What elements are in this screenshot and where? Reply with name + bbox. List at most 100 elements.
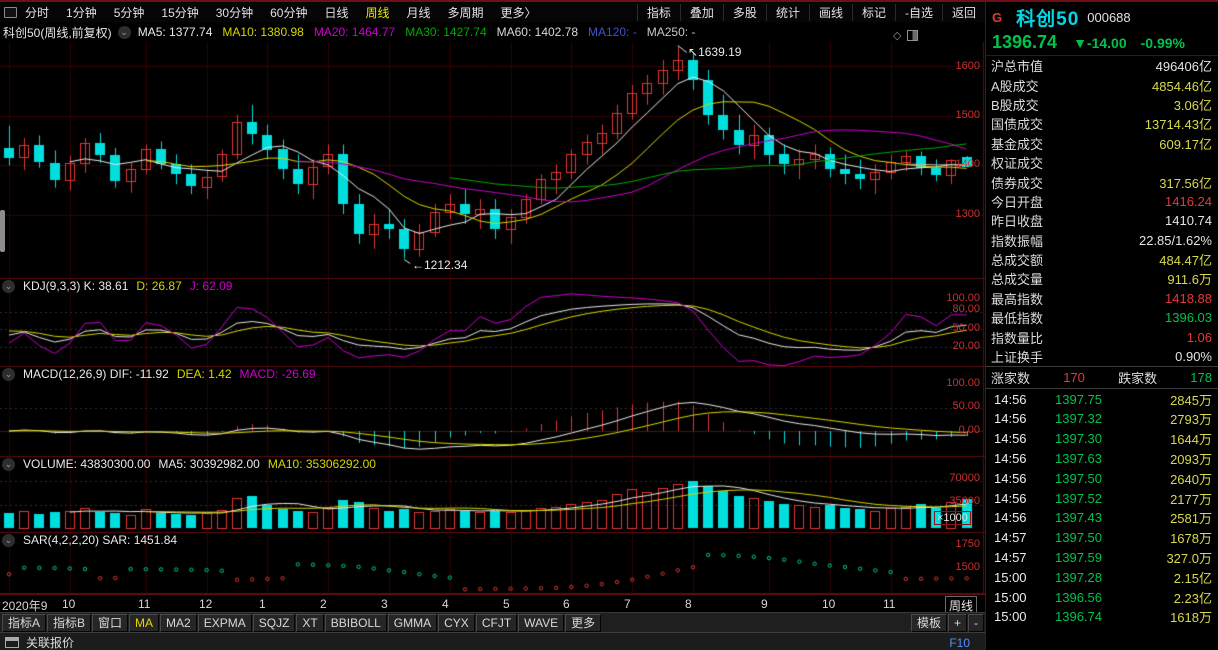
tick-row[interactable]: 15:001396.741618万 (986, 607, 1218, 627)
stock-name[interactable]: 科创50 (1016, 4, 1079, 31)
stat-row: 昨日收盘1410.74 (986, 211, 1218, 230)
period-menu-item[interactable]: 多周期 (448, 4, 484, 21)
collapse-chevron-icon[interactable]: ⌄ (2, 280, 15, 293)
stock-flag: G (992, 10, 1002, 25)
tool-menu-item[interactable]: 标记 (852, 4, 895, 21)
trading-terminal: 分时 1分钟 5分钟 15分钟 30分钟 60分钟日线周线 月线多周期更多〉 指标叠加多股统… (0, 0, 1218, 650)
tick-time: 15:00 (994, 609, 1046, 624)
collapse-chevron-icon[interactable]: ⌄ (2, 534, 15, 547)
stat-label: 权证成交 (991, 153, 1043, 172)
stat-label: 指数振幅 (991, 231, 1043, 250)
stat-value: 1.06 (1187, 330, 1212, 345)
chart-canvas[interactable] (0, 42, 985, 594)
tick-row[interactable]: 14:561397.432581万 (986, 508, 1218, 528)
indicator-button[interactable]: WAVE (518, 614, 564, 632)
f10-link[interactable]: F10 (949, 636, 970, 650)
indicator-button[interactable]: EXPMA (198, 614, 252, 632)
tool-menu-item[interactable]: 多股 (723, 4, 766, 21)
collapse-chevron-icon[interactable]: ⌄ (118, 26, 131, 39)
stat-label: 昨日收盘 (991, 211, 1043, 230)
linked-quote-label[interactable]: 关联报价 (26, 634, 74, 650)
tick-price: 1397.28 (1046, 570, 1128, 585)
sar-value: SAR(4,2,2,20) SAR: 1451.84 (23, 533, 177, 547)
indicator-button[interactable]: SQJZ (253, 614, 296, 632)
x-axis-label: 1 (259, 597, 266, 611)
period-menu-item[interactable]: 1分钟 (66, 4, 97, 21)
window-icon[interactable] (5, 637, 19, 648)
left-scroll-thumb[interactable] (0, 210, 5, 252)
tool-menu-item[interactable]: -自选 (895, 4, 942, 21)
tool-menu-item[interactable]: 返回 (942, 4, 985, 21)
period-menu-item[interactable]: 分时 (25, 4, 49, 21)
indicator-toolbar: 指标A指标B窗口MAMA2EXPMASQJZXTBBIBOLLGMMACYXCF… (0, 612, 985, 632)
period-menu-item[interactable]: 周线 (365, 4, 389, 21)
toolbar-button[interactable]: - (968, 614, 984, 632)
stat-label: A股成交 (991, 76, 1039, 95)
indicator-button[interactable]: CFJT (476, 614, 517, 632)
period-menu-item[interactable]: 60分钟 (270, 4, 307, 21)
stat-label: 上证换手 (991, 347, 1043, 366)
indicator-button[interactable]: CYX (438, 614, 475, 632)
tool-menu-item[interactable]: 叠加 (680, 4, 723, 21)
tick-row[interactable]: 14:561397.632093万 (986, 449, 1218, 469)
period-menu-item[interactable]: 日线 (324, 4, 348, 21)
tick-row[interactable]: 14:561397.502640万 (986, 468, 1218, 488)
x-axis-label: 8 (685, 597, 692, 611)
tick-volume: 2093万 (1128, 449, 1212, 468)
tool-menu-item[interactable]: 画线 (809, 4, 852, 21)
tick-row[interactable]: 14:561397.322793万 (986, 409, 1218, 429)
stat-row: 今日开盘1416.24 (986, 192, 1218, 211)
diamond-icon[interactable]: ◇ (893, 29, 901, 42)
tick-row[interactable]: 14:571397.59327.0万 (986, 548, 1218, 568)
toolbar-button[interactable]: 模板 (911, 614, 947, 632)
tool-menu-item[interactable]: 统计 (766, 4, 809, 21)
x-axis-label: 11 (883, 597, 895, 611)
tick-price: 1397.30 (1046, 431, 1128, 446)
toolbar-button[interactable]: + (948, 614, 967, 632)
tick-volume: 1644万 (1128, 429, 1212, 448)
x-axis-label: 4 (442, 597, 449, 611)
advancers-value: 170 (1063, 370, 1085, 385)
x-axis-label: 6 (563, 597, 570, 611)
indicator-button[interactable]: GMMA (388, 614, 437, 632)
tick-row[interactable]: 14:571397.501678万 (986, 528, 1218, 548)
toolbar-button[interactable]: 指标B (47, 614, 91, 632)
sar-header: ⌄ SAR(4,2,2,20) SAR: 1451.84 (2, 532, 185, 548)
stat-row: 国债成交13714.43亿 (986, 114, 1218, 133)
tick-row[interactable]: 15:001396.562.23亿 (986, 587, 1218, 607)
stat-row: 总成交量911.6万 (986, 269, 1218, 288)
period-menu-item[interactable]: 15分钟 (161, 4, 198, 21)
indicator-button[interactable]: 更多 (565, 614, 601, 632)
collapse-chevron-icon[interactable]: ⌄ (2, 458, 15, 471)
ma-value: MA10: 1380.98 (222, 25, 303, 39)
kdj-header: ⌄KDJ(9,3,3) K: 38.61D: 26.87J: 62.09 (2, 278, 240, 294)
period-menu-item[interactable]: 月线 (407, 4, 431, 21)
tool-menu-item[interactable]: 指标 (637, 4, 680, 21)
kdj-value: KDJ(9,3,3) K: 38.61 (23, 279, 128, 293)
indicator-button[interactable]: BBIBOLL (325, 614, 387, 632)
price-change: ▼-14.00 (1073, 35, 1127, 51)
x-axis-label: 10 (62, 597, 75, 611)
stat-label: 基金成交 (991, 134, 1043, 153)
collapse-chevron-icon[interactable]: ⌄ (2, 368, 15, 381)
indicator-button[interactable]: MA (129, 614, 159, 632)
decliners-label: 跌家数 (1118, 368, 1157, 387)
indicator-button[interactable]: XT (296, 614, 323, 632)
app-icon[interactable] (4, 7, 17, 18)
tick-row[interactable]: 14:561397.752845万 (986, 389, 1218, 409)
split-pane-icon[interactable] (907, 30, 918, 41)
advancers-decliners: 涨家数 170 跌家数 178 (986, 366, 1218, 389)
toolbar-button[interactable]: 窗口 (92, 614, 128, 632)
indicator-button[interactable]: MA2 (160, 614, 197, 632)
period-menu-item[interactable]: 5分钟 (114, 4, 145, 21)
tick-row[interactable]: 15:001397.282.15亿 (986, 567, 1218, 587)
market-stats: 沪总市值496406亿A股成交4854.46亿B股成交3.06亿国债成交1371… (986, 56, 1218, 366)
period-menu-item[interactable]: 更多〉 (501, 4, 537, 21)
toolbar-button[interactable]: 指标A (2, 614, 46, 632)
period-menu: 分时 1分钟 5分钟 15分钟 30分钟 60分钟日线周线 月线多周期更多〉 (25, 4, 537, 21)
period-menu-item[interactable]: 30分钟 (216, 4, 253, 21)
stat-label: 今日开盘 (991, 192, 1043, 211)
tick-row[interactable]: 14:561397.522177万 (986, 488, 1218, 508)
tick-row[interactable]: 14:561397.301644万 (986, 429, 1218, 449)
tick-volume: 2845万 (1128, 390, 1212, 409)
